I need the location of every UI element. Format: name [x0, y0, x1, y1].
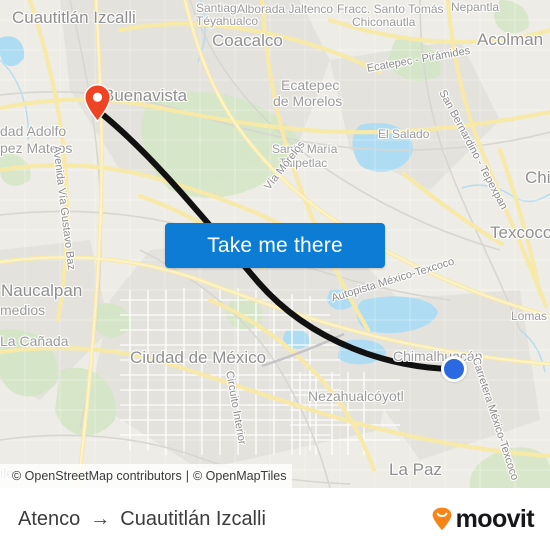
moovit-pin-icon — [432, 507, 452, 531]
map-canvas[interactable]: Cuautitlán Izcalli Santiago Téyahualco Albo… — [0, 0, 550, 488]
location-dot-icon[interactable] — [441, 356, 467, 382]
route-origin-label: Atenco — [18, 507, 81, 530]
footer-bar: Atenco → Cuautitlán Izcalli moovit — [0, 488, 550, 550]
arrow-right-icon: → — [90, 508, 111, 530]
route-destination-label: Cuautitlán Izcalli — [120, 507, 266, 530]
moovit-route-screen: Cuautitlán Izcalli Santiago Téyahualco Albo… — [0, 0, 550, 550]
moovit-logo[interactable]: moovit — [431, 504, 535, 533]
openmaptiles-attribution-link[interactable]: © OpenMapTiles — [193, 469, 287, 483]
take-me-there-button[interactable]: Take me there — [165, 223, 385, 268]
map-attribution: © OpenStreetMap contributors | © OpenMap… — [0, 464, 292, 488]
route-summary: Atenco → Cuautitlán Izcalli — [18, 508, 266, 531]
moovit-wordmark: moovit — [455, 504, 535, 533]
osm-attribution-link[interactable]: © OpenStreetMap contributors — [12, 469, 182, 483]
attribution-separator: | — [185, 469, 189, 483]
